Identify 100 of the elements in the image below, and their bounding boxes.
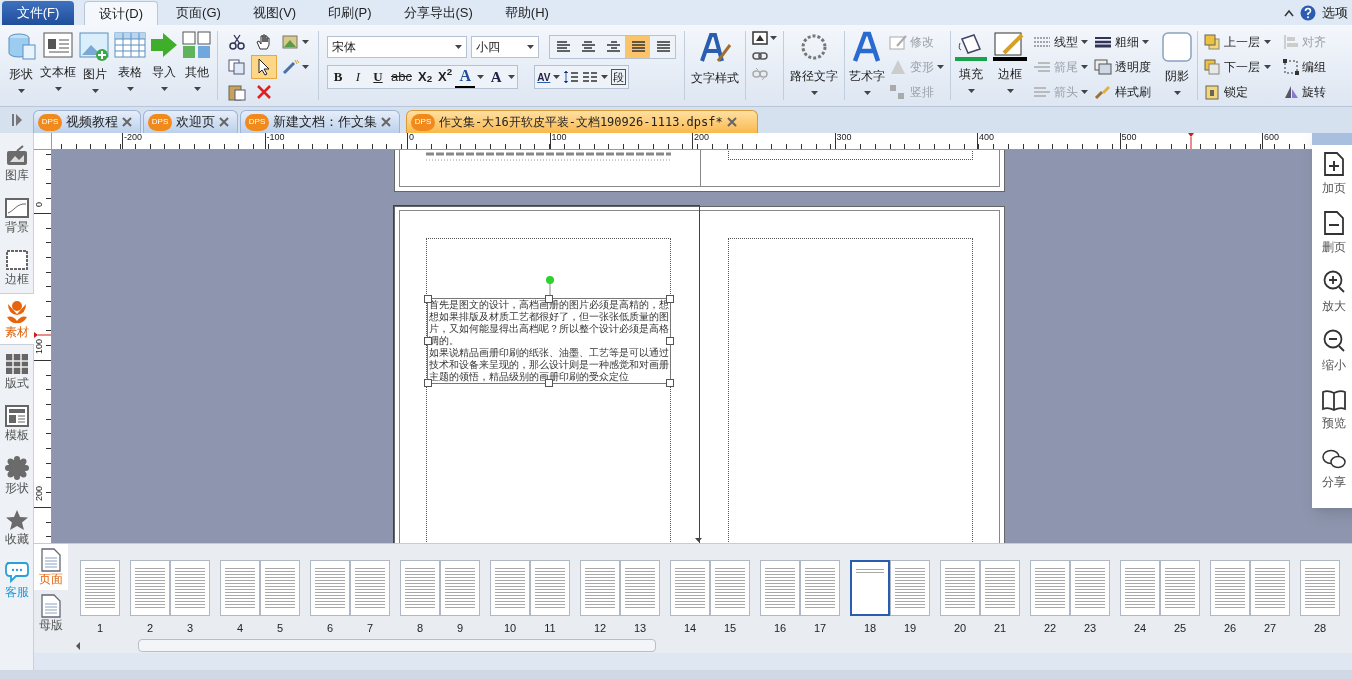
layer-option[interactable]: 上一层	[1204, 31, 1271, 52]
background-icon[interactable]	[4, 196, 29, 219]
page-thumbnail[interactable]	[310, 560, 350, 616]
document-tab[interactable]: DPS 视频教程	[33, 110, 141, 133]
sidebar-tab[interactable]: 图库	[0, 137, 34, 189]
menu-tab[interactable]: 视图(V)	[238, 1, 311, 25]
horizontal-scrollbar[interactable]	[138, 639, 656, 652]
scalloped-shape-icon[interactable]	[4, 455, 29, 480]
line-spacing-icon[interactable]	[563, 70, 580, 84]
menu-tab[interactable]: 分享导出(S)	[389, 1, 487, 25]
word-art-button[interactable]: 艺术字	[845, 25, 889, 105]
rotation-handle[interactable]	[545, 276, 555, 298]
resize-handle[interactable]	[666, 337, 674, 345]
page-thumbnail[interactable]	[1300, 560, 1340, 616]
menu-tab[interactable]: 设计(D)	[84, 1, 159, 25]
table-button[interactable]: 表格	[113, 25, 147, 105]
star-icon[interactable]	[4, 508, 29, 531]
paragraph-button[interactable]: 段	[611, 69, 627, 85]
close-icon[interactable]	[219, 117, 229, 127]
page-thumbnail[interactable]	[710, 560, 750, 616]
sidebar-tab[interactable]: 背景	[0, 189, 34, 241]
tool-toggle[interactable]	[251, 55, 277, 79]
close-icon[interactable]	[122, 117, 132, 127]
resize-handle[interactable]	[666, 379, 674, 387]
page-thumbnail[interactable]	[1120, 560, 1160, 616]
page-thumbnail[interactable]	[350, 560, 390, 616]
page-thumbnail[interactable]	[80, 560, 120, 616]
fill-button[interactable]: 填充	[951, 25, 991, 105]
page-thumbnail[interactable]	[1160, 560, 1200, 616]
open-book-icon[interactable]	[1321, 389, 1347, 411]
chat-bubbles-icon[interactable]	[3, 559, 30, 584]
format-button[interactable]: X$_{2}$	[414, 66, 436, 88]
pointer-icon[interactable]	[257, 58, 271, 76]
document-tab[interactable]: DPS 欢迎页	[143, 110, 238, 133]
page-thumbnail[interactable]	[1210, 560, 1250, 616]
other-button[interactable]: 其他	[181, 25, 213, 105]
page-thumbnail[interactable]	[490, 560, 530, 616]
shadow-button[interactable]: 阴影	[1157, 25, 1197, 105]
page-thumbnail[interactable]	[940, 560, 980, 616]
page-thumbnail[interactable]	[530, 560, 570, 616]
import-button[interactable]: 导入	[148, 25, 180, 105]
sidebar-tab[interactable]: 素材	[0, 293, 34, 345]
panel-tab[interactable]: 页面	[34, 544, 68, 590]
page-thumbnail[interactable]	[890, 560, 930, 616]
arrange-option[interactable]: 旋转	[1283, 81, 1326, 102]
gallery-icon[interactable]	[4, 144, 29, 167]
resize-handle[interactable]	[424, 295, 432, 303]
side-tool-button[interactable]: 加页	[1312, 145, 1352, 204]
line-style-button[interactable]: 样式刷	[1094, 81, 1151, 102]
shape-button[interactable]: 形状	[4, 25, 38, 105]
side-tool-button[interactable]: 删页	[1312, 204, 1352, 263]
border-frame-icon[interactable]	[4, 248, 29, 271]
picture-button[interactable]: 图片	[78, 25, 112, 105]
line-style-button[interactable]: 粗细	[1094, 31, 1151, 52]
arrange-option[interactable]: 编组	[1283, 56, 1326, 77]
zoom-out-icon[interactable]	[1322, 329, 1346, 353]
page-thumbnail[interactable]	[800, 560, 840, 616]
page-thumbnail[interactable]	[580, 560, 620, 616]
page-thumbnail[interactable]	[170, 560, 210, 616]
scroll-left-icon[interactable]	[74, 640, 82, 651]
page-thumbnail[interactable]	[1030, 560, 1070, 616]
collapse-panel-icon[interactable]	[10, 113, 23, 127]
format-button[interactable]: abc	[388, 66, 415, 88]
menu-tab[interactable]: 页面(G)	[162, 1, 235, 25]
chat-icon[interactable]	[1321, 448, 1347, 470]
file-menu-button[interactable]: 文件(F)	[2, 1, 74, 25]
side-tool-button[interactable]: 缩小	[1312, 322, 1352, 381]
font-family-dropdown[interactable]: 宋体	[327, 36, 467, 58]
character-spacing-button[interactable]: AV	[537, 69, 551, 85]
side-tool-button[interactable]: 分享	[1312, 440, 1352, 499]
add-page-icon[interactable]	[1323, 152, 1345, 176]
page-thumbnail[interactable]	[1070, 560, 1110, 616]
delete-page-icon[interactable]	[1323, 211, 1345, 235]
sidebar-tab[interactable]: 版式	[0, 345, 34, 397]
format-button[interactable]: B	[328, 66, 348, 88]
columns-icon[interactable]	[582, 71, 599, 83]
frame-icon[interactable]	[752, 31, 768, 45]
page-thumbnail[interactable]	[760, 560, 800, 616]
help-icon[interactable]	[1300, 4, 1316, 21]
close-icon[interactable]	[726, 117, 737, 127]
line-option[interactable]: 线型	[1033, 31, 1088, 52]
document-tab[interactable]: DPS 新建文档：作文集	[240, 110, 400, 133]
zoom-in-icon[interactable]	[1322, 270, 1346, 294]
page-thumbnail[interactable]	[670, 560, 710, 616]
layer-option[interactable]: 下一层	[1204, 56, 1271, 77]
page-thumbnail[interactable]	[130, 560, 170, 616]
page-thumbnail[interactable]	[220, 560, 260, 616]
alignment-toggle[interactable]	[625, 36, 650, 58]
format-button[interactable]: U	[368, 66, 388, 88]
delete-icon[interactable]	[256, 84, 272, 100]
scissors-icon[interactable]	[229, 34, 245, 50]
page-thumbnail[interactable]	[850, 560, 890, 616]
page-thumbnail[interactable]	[980, 560, 1020, 616]
sidebar-tab[interactable]: 模板	[0, 397, 34, 449]
document-tab[interactable]: DPS 作文集-大16开软皮平装-文档190926-1113.dpsf*	[406, 110, 758, 133]
page-thumbnail[interactable]	[400, 560, 440, 616]
format-button[interactable]: A	[455, 66, 476, 88]
layout-grid-icon[interactable]	[4, 352, 29, 375]
resize-handle[interactable]	[424, 379, 432, 387]
format-button[interactable]: X$^{2}$	[435, 66, 456, 88]
